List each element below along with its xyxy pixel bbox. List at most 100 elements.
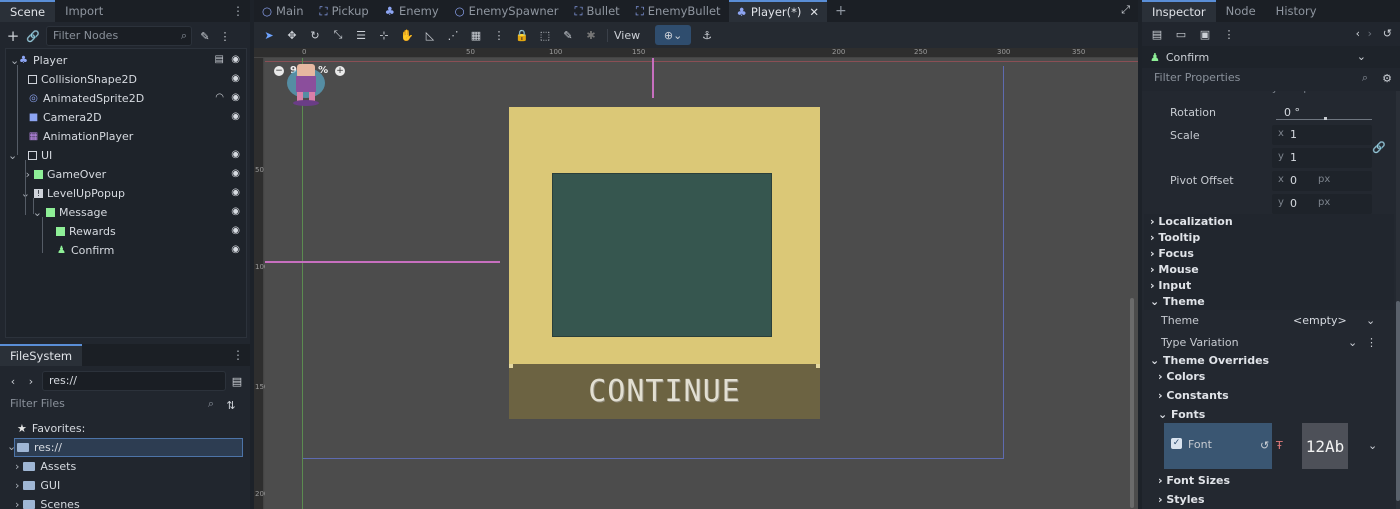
snap-options-icon[interactable]: ⋮ bbox=[492, 28, 506, 42]
section-fonts[interactable]: ⌄ Fonts bbox=[1158, 408, 1205, 421]
visibility-icon[interactable]: ◉ bbox=[231, 206, 240, 217]
player-sprite[interactable] bbox=[285, 62, 327, 106]
property-options-icon[interactable]: ⚙ bbox=[1382, 72, 1392, 85]
collapse-arrow-icon[interactable]: ⌄ bbox=[6, 187, 30, 200]
back-icon[interactable]: ‹ bbox=[6, 374, 20, 388]
checkbox-checked-icon[interactable]: ✓ bbox=[1171, 438, 1182, 449]
type-variation-menu-icon[interactable]: ⋮ bbox=[1366, 336, 1377, 349]
filter-files-input[interactable]: Filter Files ⌕ bbox=[6, 395, 218, 415]
open-folder-icon[interactable]: ▭ bbox=[1174, 27, 1188, 41]
scene-options-icon[interactable]: ⋮ bbox=[218, 29, 232, 43]
rotation-slider-grabber[interactable] bbox=[1324, 117, 1327, 120]
tab-bullet[interactable]: ⛶ Bullet bbox=[566, 0, 627, 22]
confirm-button[interactable]: CONTINUE bbox=[509, 364, 820, 419]
folder-assets[interactable]: › Assets bbox=[5, 457, 243, 476]
select-tool-icon[interactable]: ➤ bbox=[262, 28, 276, 42]
pivot-tool-icon[interactable]: ⊹ bbox=[377, 28, 391, 42]
link-scale-icon[interactable]: 🔗 bbox=[1372, 141, 1386, 154]
folder-gui[interactable]: › GUI bbox=[5, 476, 243, 495]
tab-enemybullet[interactable]: ⛶ EnemyBullet bbox=[628, 0, 729, 22]
tree-node-levelup-popup[interactable]: ⌄ ! LevelUpPopup ◉ bbox=[6, 184, 246, 203]
collapse-arrow-icon[interactable]: ⌄ bbox=[7, 440, 16, 453]
section-input[interactable]: › Input bbox=[1150, 279, 1191, 292]
zoom-out-icon[interactable]: − bbox=[274, 66, 284, 76]
section-constants[interactable]: › Constants bbox=[1158, 389, 1229, 402]
scale-tool-icon[interactable]: ⤡ bbox=[331, 28, 345, 42]
tab-filesystem[interactable]: FileSystem bbox=[0, 344, 83, 366]
group-icon[interactable]: ⬚ bbox=[538, 28, 552, 42]
theme-value[interactable]: <empty> bbox=[1293, 314, 1347, 327]
tree-node-player[interactable]: ⌄ ♣ Player ▤ ◉ bbox=[6, 51, 246, 70]
tree-node-animationplayer[interactable]: ▦ AnimationPlayer bbox=[6, 127, 246, 146]
chevron-down-icon[interactable]: ⌄ bbox=[1348, 336, 1357, 349]
tab-node[interactable]: Node bbox=[1216, 0, 1266, 22]
save-icon[interactable]: ▣ bbox=[1198, 27, 1212, 41]
filter-nodes-input[interactable]: Filter Nodes ⌕ bbox=[46, 26, 192, 46]
section-colors[interactable]: › Colors bbox=[1158, 370, 1205, 383]
visibility-icon[interactable]: ◉ bbox=[231, 111, 240, 122]
filesystem-menu-icon[interactable]: ⋮ bbox=[232, 348, 244, 362]
tree-node-ui[interactable]: ⌄ UI ◉ bbox=[6, 146, 246, 165]
tree-node-gameover[interactable]: › GameOver ◉ bbox=[6, 165, 246, 184]
visibility-icon[interactable]: ◉ bbox=[231, 92, 240, 103]
new-resource-icon[interactable]: ▤ bbox=[1150, 27, 1164, 41]
visibility-icon[interactable]: ◉ bbox=[231, 54, 240, 65]
signal-icon[interactable]: ◠ bbox=[215, 92, 224, 103]
section-tooltip[interactable]: › Tooltip bbox=[1150, 231, 1200, 244]
tree-node-confirm-selected[interactable]: ♟ Confirm bbox=[54, 241, 278, 260]
vertical-scrollbar[interactable] bbox=[1130, 298, 1134, 508]
new-tab-button[interactable]: + bbox=[827, 0, 855, 22]
chevron-down-icon[interactable]: ⌄ bbox=[1368, 439, 1377, 452]
selected-node-selector[interactable]: ♟ Confirm ⌄ bbox=[1142, 46, 1400, 68]
rotate-tool-icon[interactable]: ↻ bbox=[308, 28, 322, 42]
visibility-icon[interactable]: ◉ bbox=[231, 149, 240, 160]
expand-arrow-icon[interactable]: › bbox=[15, 498, 19, 509]
tab-inspector[interactable]: Inspector bbox=[1142, 0, 1216, 22]
close-tab-icon[interactable]: ✕ bbox=[809, 1, 819, 23]
override-camera-icon[interactable]: ✱ bbox=[584, 28, 598, 42]
anchor-icon[interactable]: ⚓ bbox=[700, 28, 714, 42]
font-override-row[interactable]: ✓ Font bbox=[1164, 423, 1272, 469]
section-theme-overrides[interactable]: ⌄ Theme Overrides bbox=[1150, 354, 1269, 367]
distraction-free-icon[interactable]: ⤢ bbox=[1121, 3, 1130, 17]
scene-menu-icon[interactable]: ⋮ bbox=[232, 4, 244, 18]
font-preview[interactable]: 12Ab bbox=[1302, 423, 1348, 469]
tab-main[interactable]: ○ Main bbox=[254, 0, 312, 22]
zoom-in-icon[interactable]: + bbox=[335, 66, 345, 76]
history-back-icon[interactable]: ‹ bbox=[1356, 27, 1360, 40]
ruler-tool-icon[interactable]: ◺ bbox=[423, 28, 437, 42]
filter-properties-input[interactable]: Filter Properties ⌕ bbox=[1148, 69, 1370, 89]
folder-scenes[interactable]: › Scenes bbox=[5, 495, 243, 509]
tree-node-animatedsprite2d[interactable]: ◎ AnimatedSprite2D ◠ ◉ bbox=[6, 89, 246, 108]
grid-snap-icon[interactable]: ▦ bbox=[469, 28, 483, 42]
script-attached-icon[interactable]: ▤ bbox=[215, 54, 224, 65]
section-styles[interactable]: › Styles bbox=[1158, 493, 1205, 506]
tab-import[interactable]: Import bbox=[55, 0, 113, 22]
bone-icon[interactable]: ✎ bbox=[561, 28, 575, 42]
forward-icon[interactable]: › bbox=[24, 374, 38, 388]
collapse-arrow-icon[interactable]: ⌄ bbox=[6, 206, 42, 219]
canvas-viewport[interactable]: − 99.7 % + CONTINUE bbox=[265, 58, 1138, 509]
lock-icon[interactable]: 🔒 bbox=[515, 28, 529, 42]
link-icon[interactable]: 🔗 bbox=[26, 29, 40, 43]
inspector-menu-icon[interactable]: ⋮ bbox=[1222, 27, 1236, 41]
levelup-popup-panel[interactable]: CONTINUE bbox=[509, 107, 820, 419]
visibility-icon[interactable]: ◉ bbox=[231, 73, 240, 84]
folder-res[interactable]: res:// bbox=[14, 438, 243, 457]
visibility-icon[interactable]: ◉ bbox=[231, 187, 240, 198]
add-node-icon[interactable]: + bbox=[6, 27, 20, 45]
scale-y-field[interactable]: y 1 bbox=[1272, 148, 1372, 168]
tab-enemy[interactable]: ♣ Enemy bbox=[377, 0, 447, 22]
expand-arrow-icon[interactable]: › bbox=[15, 460, 19, 473]
inspector-scrollbar-track[interactable] bbox=[1396, 91, 1400, 509]
revert-icon[interactable]: ↺ bbox=[1260, 439, 1269, 452]
tab-enemyspawner[interactable]: ○ EnemySpawner bbox=[447, 0, 567, 22]
script-icon[interactable]: ✎ bbox=[198, 29, 212, 43]
snap-icon[interactable]: ⋰ bbox=[446, 28, 460, 42]
tab-scene[interactable]: Scene bbox=[0, 0, 56, 22]
section-theme[interactable]: ⌄ Theme bbox=[1150, 295, 1205, 308]
pivot-x-field[interactable]: x 0 px bbox=[1272, 171, 1372, 191]
move-tool-icon[interactable]: ✥ bbox=[285, 28, 299, 42]
history-forward-icon[interactable]: › bbox=[1368, 27, 1372, 40]
scale-x-field[interactable]: x 1 bbox=[1272, 125, 1372, 145]
